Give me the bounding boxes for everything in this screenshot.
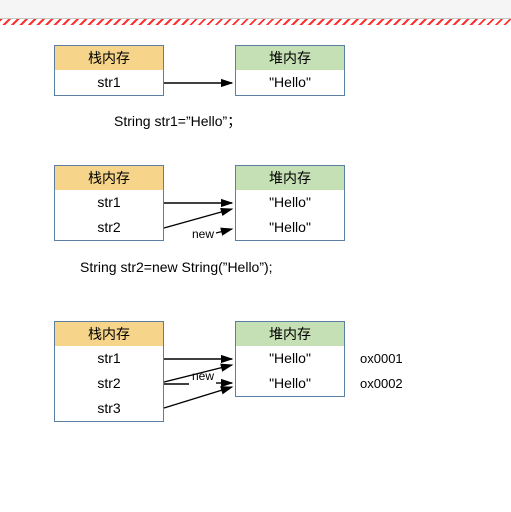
d1-stack-cell-str1: str1 xyxy=(54,70,164,96)
d3-stack-cell-str3: str3 xyxy=(54,396,164,422)
d1-stack-header: 栈内存 xyxy=(54,45,164,71)
d3-heap-header: 堆内存 xyxy=(235,321,345,347)
d2-stack-header: 栈内存 xyxy=(54,165,164,191)
d2-heap-cell-hello1: "Hello" xyxy=(235,190,345,216)
d2-heap-cell-hello2: "Hello" xyxy=(235,215,345,241)
d3-stack-cell-str2: str2 xyxy=(54,371,164,397)
d2-stack-cell-str1: str1 xyxy=(54,190,164,216)
d1-caption: String str1=”Hello”； xyxy=(114,111,241,131)
d3-new-label: new xyxy=(192,369,214,383)
d3-heap-cell-hello2: "Hello" xyxy=(235,371,345,397)
d3-heap-cell-hello1: "Hello" xyxy=(235,346,345,372)
d3-addr-2: ox0002 xyxy=(360,376,403,391)
d2-heap-header: 堆内存 xyxy=(235,165,345,191)
d3-addr-1: ox0001 xyxy=(360,351,403,366)
d1-heap-header: 堆内存 xyxy=(235,45,345,71)
d2-new-label: new xyxy=(192,227,214,241)
window-titlebar xyxy=(0,0,511,19)
d3-stack-cell-str1: str1 xyxy=(54,346,164,372)
d2-stack-cell-str2: str2 xyxy=(54,215,164,241)
diagram-canvas: 栈内存 str1 堆内存 "Hello" String str1=”Hello”… xyxy=(0,25,511,512)
d1-heap-cell-hello: "Hello" xyxy=(235,70,345,96)
d2-caption: String str2=new String(”Hello”); xyxy=(80,259,273,275)
d3-stack-header: 栈内存 xyxy=(54,321,164,347)
